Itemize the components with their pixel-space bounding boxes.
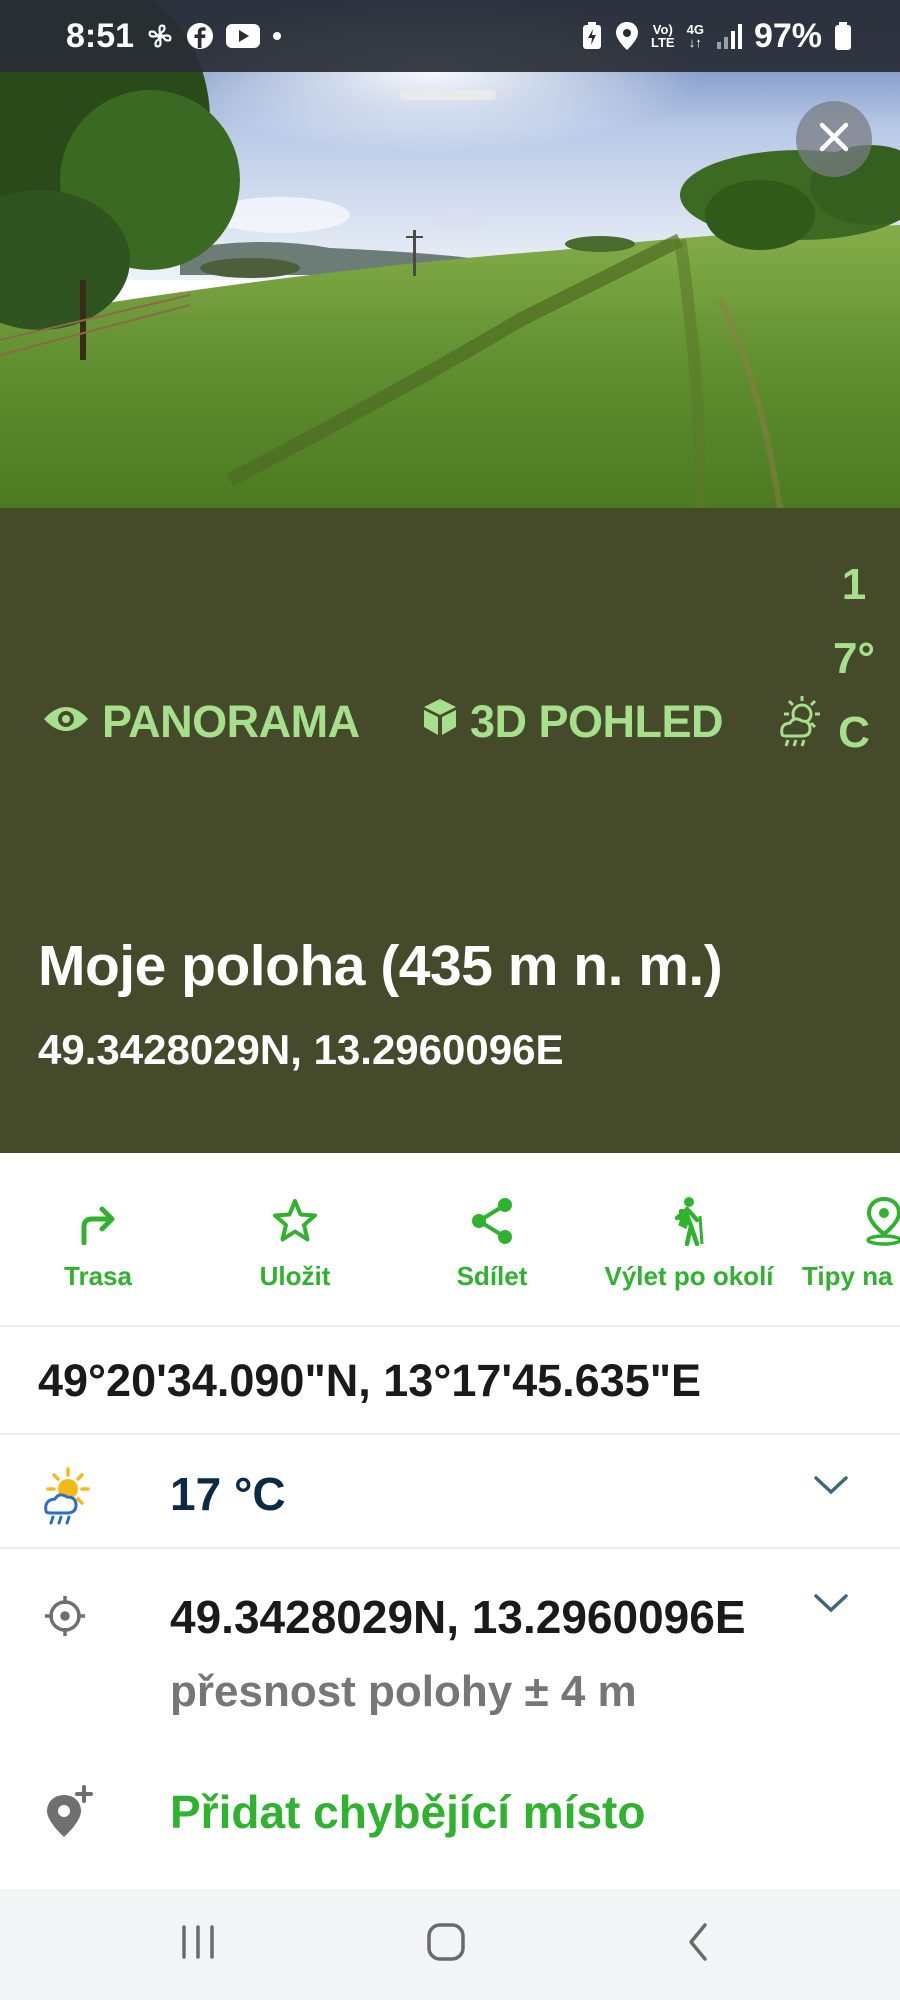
dms-coordinates: 49°20'34.090"N, 13°17'45.635"E <box>38 1355 702 1406</box>
location-accuracy: přesnost polohy ± 4 m <box>170 1667 637 1716</box>
status-bar: 8:51 Vo) LTE 4G ↓↑ 97% <box>0 0 900 72</box>
volte-icon: Vo) LTE <box>651 22 675 50</box>
pin-plus-icon <box>44 1785 96 1846</box>
recent-apps-button[interactable] <box>168 1919 228 1969</box>
weather-button[interactable] <box>772 692 830 761</box>
fan-icon <box>146 22 174 50</box>
nearby-trip-button[interactable]: Výlet po okolí <box>600 1193 778 1292</box>
view-3d-label: 3D POHLED <box>470 696 724 747</box>
map-pin-icon <box>802 1193 900 1249</box>
partly-cloudy-rain-icon <box>772 692 830 761</box>
route-button[interactable]: Trasa <box>50 1193 146 1292</box>
weather-row[interactable]: 17 °C <box>0 1435 900 1549</box>
home-button[interactable] <box>420 1919 472 1969</box>
panorama-button[interactable]: PANORAMA <box>42 696 360 748</box>
panorama-photo[interactable] <box>0 0 900 508</box>
crosshair-icon <box>44 1595 86 1642</box>
facebook-icon <box>186 22 214 50</box>
share-label: Sdílet <box>456 1261 528 1291</box>
nearby-trip-label: Výlet po okolí <box>604 1261 774 1291</box>
add-missing-place-label: Přidat chybějící místo <box>170 1786 646 1838</box>
close-button[interactable] <box>796 101 872 177</box>
battery-percent: 97% <box>753 16 822 55</box>
back-icon <box>685 1921 711 1968</box>
signal-icon <box>716 22 742 50</box>
cube-icon <box>422 696 458 748</box>
dms-coordinates-row[interactable]: 49°20'34.090"N, 13°17'45.635"E <box>0 1327 900 1435</box>
partly-cloudy-rain-icon <box>36 1465 96 1530</box>
location-info-panel: PANORAMA 3D POHLED 17°C Moje poloha (435… <box>0 508 900 1153</box>
share-icon <box>469 1193 515 1249</box>
share-button[interactable]: Sdílet <box>442 1193 542 1292</box>
status-time: 8:51 <box>66 16 135 55</box>
quick-actions-bar: Trasa Uložit Sdílet Výlet po okolí Tipy … <box>0 1153 900 1327</box>
battery-icon <box>834 21 852 51</box>
notification-dot-icon <box>272 31 282 41</box>
save-label: Uložit <box>259 1261 331 1291</box>
recent-apps-icon <box>178 1924 218 1965</box>
home-icon <box>425 1921 467 1968</box>
star-icon <box>272 1193 318 1249</box>
chevron-down-icon[interactable] <box>812 1591 850 1620</box>
route-turn-icon <box>76 1193 120 1249</box>
route-label: Trasa <box>64 1261 132 1291</box>
add-missing-place-row[interactable]: Přidat chybějící místo <box>0 1749 900 1889</box>
tips-label: Tipy na <box>802 1261 893 1291</box>
chevron-down-icon[interactable] <box>812 1473 850 1502</box>
view-3d-button[interactable]: 3D POHLED <box>422 696 724 748</box>
place-title: Moje poloha (435 m n. m.) <box>38 934 723 998</box>
youtube-icon <box>226 23 261 49</box>
eye-icon <box>42 696 90 748</box>
data-arrows-icon: ↓↑ <box>688 35 702 50</box>
tips-button[interactable]: Tipy na <box>802 1193 900 1292</box>
temperature-vertical-label: 17°C <box>832 560 876 757</box>
hiker-icon <box>669 1193 709 1249</box>
weather-temperature: 17 °C <box>170 1468 286 1520</box>
place-coordinates: 49.3428029N, 13.2960096E <box>38 1026 564 1073</box>
battery-saver-icon <box>581 21 603 51</box>
location-coordinates: 49.3428029N, 13.2960096E <box>170 1591 746 1643</box>
close-icon <box>817 120 851 159</box>
location-icon <box>615 21 639 51</box>
location-row[interactable]: 49.3428029N, 13.2960096E přesnost polohy… <box>0 1549 900 1749</box>
sheet-drag-handle[interactable] <box>400 90 496 100</box>
panorama-label: PANORAMA <box>102 696 360 747</box>
back-button[interactable] <box>676 1919 720 1969</box>
network-4g-icon: 4G ↓↑ <box>687 23 704 49</box>
system-navigation-bar <box>0 1889 900 2000</box>
save-button[interactable]: Uložit <box>244 1193 346 1292</box>
